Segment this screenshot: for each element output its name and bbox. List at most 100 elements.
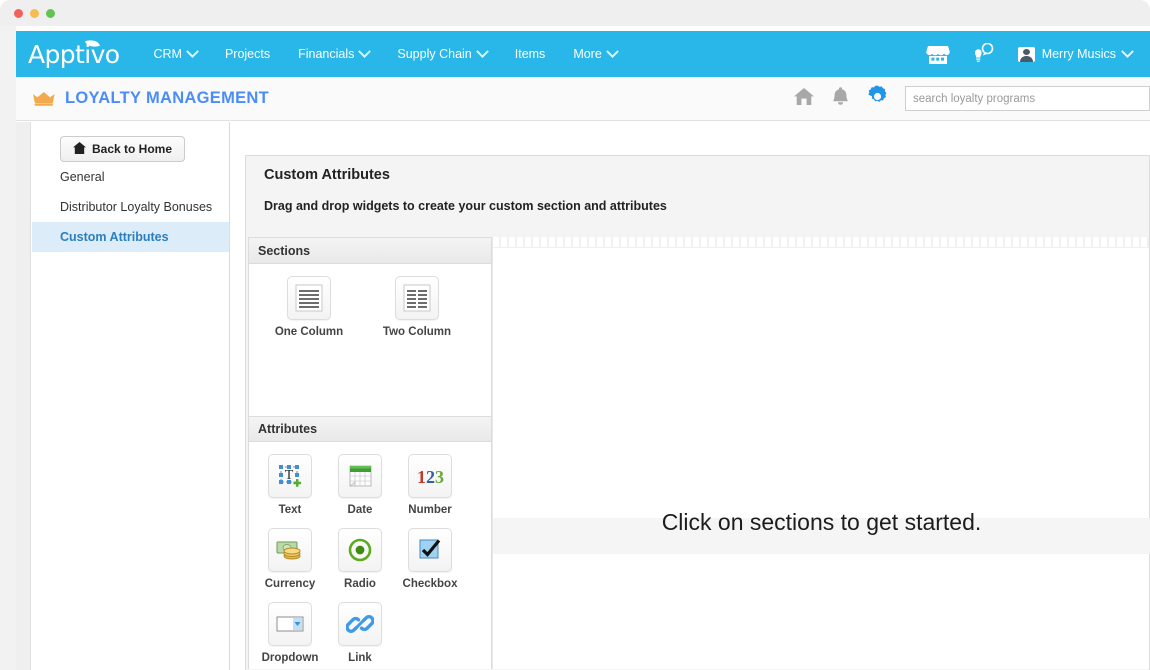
widget-radio[interactable]: Radio bbox=[325, 516, 395, 590]
widget-label: One Column bbox=[275, 326, 343, 338]
minimize-window-button[interactable] bbox=[30, 9, 39, 18]
attributes-widget-row-3: Dropdown bbox=[249, 590, 491, 664]
calendar-icon bbox=[338, 454, 382, 498]
left-rail bbox=[16, 122, 31, 670]
widget-currency[interactable]: Currency bbox=[255, 516, 325, 590]
sections-panel-header: Sections bbox=[249, 238, 491, 264]
form-builder-canvas[interactable]: Click on sections to get started. bbox=[492, 237, 1149, 669]
nav-label: Financials bbox=[298, 47, 354, 61]
sections-panel-title: Sections bbox=[258, 244, 310, 258]
maximize-window-button[interactable] bbox=[46, 9, 55, 18]
user-name: Merry Musics bbox=[1042, 47, 1116, 61]
card-subtitle: Drag and drop widgets to create your cus… bbox=[264, 199, 1149, 213]
canvas-ruler bbox=[493, 237, 1149, 248]
svg-text:3: 3 bbox=[435, 467, 444, 487]
svg-text:1: 1 bbox=[417, 467, 426, 487]
link-icon bbox=[338, 602, 382, 646]
chevron-down-icon bbox=[186, 45, 199, 58]
radio-button-icon bbox=[338, 528, 382, 572]
home-icon[interactable] bbox=[793, 87, 815, 111]
settings-sidebar: Back to Home General Distributor Loyalty… bbox=[32, 122, 230, 670]
chat-notification-icon[interactable] bbox=[972, 43, 996, 65]
svg-text:2: 2 bbox=[426, 467, 435, 487]
sidebar-item-label: General bbox=[60, 170, 104, 184]
nav-label: Projects bbox=[225, 47, 270, 61]
text-field-icon: T bbox=[268, 454, 312, 498]
sidebar-item-custom-attributes[interactable]: Custom Attributes bbox=[32, 222, 229, 252]
attributes-panel-title: Attributes bbox=[258, 422, 317, 436]
widget-label: Currency bbox=[265, 578, 316, 590]
sidebar-item-label: Distributor Loyalty Bonuses bbox=[60, 200, 212, 214]
sections-panel-body: One Column bbox=[249, 264, 491, 416]
dropdown-icon bbox=[268, 602, 312, 646]
widget-two-column[interactable]: Two Column bbox=[363, 264, 471, 338]
nav-label: Items bbox=[515, 47, 546, 61]
browser-window: Apptivo CRM Projects Financials Supply C… bbox=[0, 0, 1150, 670]
gear-icon[interactable] bbox=[866, 85, 889, 113]
attributes-widget-row-1: T Text bbox=[249, 442, 491, 516]
widget-checkbox[interactable]: Checkbox bbox=[395, 516, 465, 590]
number-icon: 1 2 3 bbox=[408, 454, 452, 498]
app-header-actions bbox=[793, 85, 1150, 113]
crown-icon bbox=[32, 91, 56, 107]
sections-widget-row: One Column bbox=[249, 264, 491, 338]
close-window-button[interactable] bbox=[14, 9, 23, 18]
widget-dropdown[interactable]: Dropdown bbox=[255, 590, 325, 664]
back-to-home-button[interactable]: Back to Home bbox=[60, 136, 185, 162]
custom-attributes-card: Custom Attributes Drag and drop widgets … bbox=[245, 155, 1150, 670]
currency-icon bbox=[268, 528, 312, 572]
attributes-panel-body: T Text bbox=[249, 442, 491, 664]
widget-label: Text bbox=[279, 504, 302, 516]
attributes-widget-row-2: Currency Radio bbox=[249, 516, 491, 590]
bell-icon[interactable] bbox=[831, 86, 850, 111]
card-title: Custom Attributes bbox=[264, 167, 1149, 183]
nav-item-projects[interactable]: Projects bbox=[211, 40, 284, 68]
chevron-down-icon bbox=[606, 45, 619, 58]
window-controls bbox=[14, 9, 55, 18]
nav-label: CRM bbox=[153, 47, 181, 61]
navbar-actions: Merry Musics bbox=[926, 43, 1132, 65]
avatar bbox=[1018, 47, 1035, 62]
widget-label: Date bbox=[348, 504, 373, 516]
attributes-panel-header: Attributes bbox=[249, 416, 491, 442]
widget-label: Checkbox bbox=[403, 578, 458, 590]
apptivo-logo[interactable]: Apptivo bbox=[28, 40, 119, 69]
back-to-home-label: Back to Home bbox=[92, 142, 172, 156]
page-viewport: Apptivo CRM Projects Financials Supply C… bbox=[16, 26, 1150, 670]
brand-text: Apptivo bbox=[28, 40, 119, 69]
global-navbar: Apptivo CRM Projects Financials Supply C… bbox=[16, 31, 1150, 77]
page-title: LOYALTY MANAGEMENT bbox=[65, 89, 269, 108]
sidebar-item-distributor-loyalty-bonuses[interactable]: Distributor Loyalty Bonuses bbox=[32, 192, 229, 222]
nav-item-supply-chain[interactable]: Supply Chain bbox=[383, 40, 500, 68]
widget-date[interactable]: Date bbox=[325, 442, 395, 516]
search-input[interactable] bbox=[905, 86, 1150, 111]
nav-item-items[interactable]: Items bbox=[501, 40, 560, 68]
chevron-down-icon bbox=[1121, 45, 1134, 58]
chevron-down-icon bbox=[476, 45, 489, 58]
widget-label: Radio bbox=[344, 578, 376, 590]
nav-item-crm[interactable]: CRM bbox=[139, 40, 210, 68]
user-menu[interactable]: Merry Musics bbox=[1018, 47, 1132, 62]
store-icon[interactable] bbox=[926, 44, 950, 65]
widget-label: Number bbox=[408, 504, 451, 516]
widget-label: Dropdown bbox=[262, 652, 319, 664]
two-column-icon bbox=[395, 276, 439, 320]
nav-label: More bbox=[573, 47, 601, 61]
nav-item-financials[interactable]: Financials bbox=[284, 40, 383, 68]
empty-state-message: Click on sections to get started. bbox=[493, 509, 1150, 536]
nav-item-more[interactable]: More bbox=[559, 40, 630, 68]
sidebar-item-label: Custom Attributes bbox=[60, 230, 169, 244]
widget-number[interactable]: 1 2 3 Number bbox=[395, 442, 465, 516]
main-content: Custom Attributes Drag and drop widgets … bbox=[231, 122, 1150, 670]
app-header: LOYALTY MANAGEMENT bbox=[16, 77, 1150, 121]
sidebar-item-general[interactable]: General bbox=[32, 162, 229, 192]
nav-label: Supply Chain bbox=[397, 47, 471, 61]
widget-label: Link bbox=[348, 652, 372, 664]
checkbox-icon bbox=[408, 528, 452, 572]
one-column-icon bbox=[287, 276, 331, 320]
widget-one-column[interactable]: One Column bbox=[255, 264, 363, 338]
widget-text[interactable]: T Text bbox=[255, 442, 325, 516]
widget-link[interactable]: Link bbox=[325, 590, 395, 664]
primary-nav: CRM Projects Financials Supply Chain Ite… bbox=[139, 40, 630, 68]
home-icon bbox=[73, 142, 86, 157]
